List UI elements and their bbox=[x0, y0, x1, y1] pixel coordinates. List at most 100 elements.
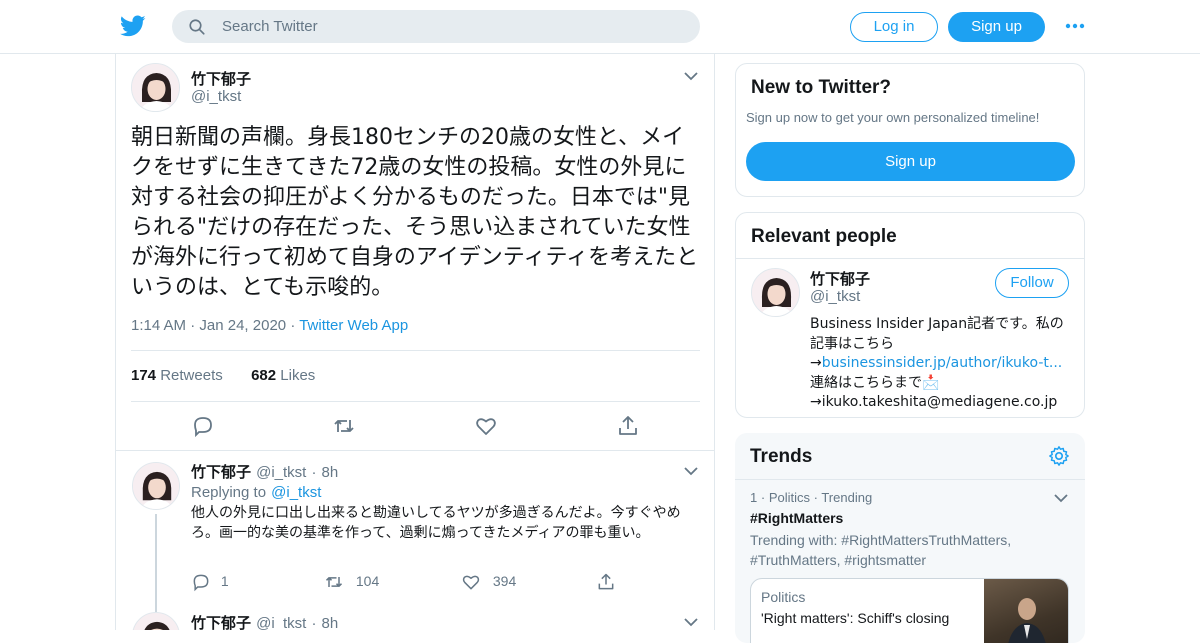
reply-icon bbox=[193, 574, 209, 592]
more-options-icon[interactable] bbox=[1065, 18, 1085, 34]
like-count: 394 bbox=[492, 572, 517, 589]
author-handle[interactable]: @i_tkst bbox=[256, 464, 306, 481]
person-row: 竹下郁子 @i_tkst Follow Business Insider Jap… bbox=[736, 263, 1084, 417]
tweet-age[interactable]: 8h bbox=[322, 464, 339, 481]
gear-icon[interactable] bbox=[1048, 445, 1070, 467]
chevron-down-icon[interactable] bbox=[684, 466, 698, 476]
trend-name[interactable]: #RightMatters bbox=[750, 510, 843, 526]
author-name[interactable]: 竹下郁子 bbox=[191, 464, 251, 481]
avatar[interactable] bbox=[131, 63, 180, 112]
chevron-down-icon[interactable] bbox=[684, 617, 698, 627]
bio-arrow: → bbox=[810, 355, 822, 371]
tweet-text: 朝日新聞の声欄。身長180センチの20歳の女性と、メイクをせずに生きてきた72歳… bbox=[131, 125, 699, 300]
avatar[interactable] bbox=[132, 462, 180, 510]
card-title: New to Twitter? bbox=[751, 77, 892, 98]
divider bbox=[116, 450, 714, 451]
avatar-portrait-icon bbox=[133, 463, 179, 509]
separator-dot: · bbox=[190, 317, 200, 334]
person-handle[interactable]: @i_tkst bbox=[810, 288, 860, 305]
top-bar: Log in Sign up bbox=[0, 0, 1200, 54]
author-handle[interactable]: @i_tkst bbox=[256, 615, 306, 630]
retweet-action[interactable]: 104 bbox=[324, 572, 379, 592]
share-icon[interactable] bbox=[616, 414, 640, 438]
card-title: Relevant people bbox=[751, 226, 897, 247]
divider bbox=[131, 350, 700, 351]
search-icon bbox=[189, 19, 205, 35]
reply-count: 1 bbox=[220, 572, 229, 589]
tweet-date[interactable]: Jan 24, 2020 bbox=[199, 317, 286, 334]
follow-button[interactable]: Follow bbox=[995, 268, 1069, 298]
reply-header: 竹下郁子 @i_tkst · 8h bbox=[191, 461, 338, 482]
author-name[interactable]: 竹下郁子 bbox=[191, 68, 251, 89]
retweets-stat[interactable]: 174 Retweets bbox=[131, 367, 223, 384]
card-subtitle: Sign up now to get your own personalized… bbox=[746, 110, 1040, 125]
tweet-source-link[interactable]: Twitter Web App bbox=[299, 317, 408, 334]
replying-prefix: Replying to bbox=[191, 484, 267, 501]
chevron-down-icon[interactable] bbox=[1054, 493, 1068, 503]
chevron-down-icon[interactable] bbox=[684, 71, 698, 81]
trend-meta: 1 · Politics · Trending bbox=[750, 490, 872, 505]
search-input[interactable] bbox=[222, 10, 682, 43]
retweet-icon[interactable] bbox=[332, 414, 356, 438]
tweet-stats: 174 Retweets 682 Likes bbox=[131, 367, 315, 384]
replying-to-link[interactable]: @i_tkst bbox=[271, 484, 321, 501]
new-to-twitter-card: New to Twitter? Sign up now to get your … bbox=[735, 63, 1085, 197]
person-name[interactable]: 竹下郁子 bbox=[810, 268, 870, 289]
avatar[interactable] bbox=[132, 612, 180, 630]
story-headline: 'Right matters': Schiff's closing bbox=[761, 610, 950, 626]
like-action[interactable]: 394 bbox=[461, 572, 516, 592]
trend-status: Trending bbox=[821, 490, 873, 505]
trend-story-card[interactable]: Politics 'Right matters': Schiff's closi… bbox=[750, 578, 1069, 643]
avatar-portrait-icon bbox=[133, 613, 179, 630]
signup-button[interactable]: Sign up bbox=[948, 12, 1045, 42]
likes-stat[interactable]: 682 Likes bbox=[251, 367, 315, 384]
separator-dot: · bbox=[311, 615, 317, 630]
retweets-count: 174 bbox=[131, 367, 157, 384]
like-heart-icon bbox=[462, 575, 480, 590]
separator-dot: · bbox=[290, 317, 300, 334]
reply-action[interactable]: 1 bbox=[191, 572, 229, 592]
avatar[interactable] bbox=[751, 268, 800, 317]
reply-icon[interactable] bbox=[191, 414, 215, 438]
search-bar[interactable] bbox=[172, 10, 700, 43]
retweet-count: 104 bbox=[355, 572, 380, 589]
separator-dot: · bbox=[760, 490, 769, 505]
tweet-time[interactable]: 1:14 AM bbox=[131, 317, 186, 334]
news-photo-icon bbox=[1008, 598, 1046, 643]
trend-category: Politics bbox=[768, 490, 810, 505]
story-thumbnail bbox=[984, 579, 1068, 643]
login-button[interactable]: Log in bbox=[850, 12, 938, 42]
like-heart-icon[interactable] bbox=[474, 414, 498, 438]
share-icon[interactable] bbox=[596, 572, 616, 592]
author-name[interactable]: 竹下郁子 bbox=[191, 615, 251, 630]
twitter-bird-icon[interactable] bbox=[119, 13, 147, 39]
trend-rank: 1 bbox=[750, 490, 758, 505]
divider bbox=[736, 258, 1084, 259]
bio-text: Business Insider Japan記者です。私の記事はこちら bbox=[810, 316, 1064, 352]
separator-dot: · bbox=[311, 464, 317, 481]
avatar-portrait-icon bbox=[132, 64, 179, 111]
reply-header: 竹下郁子 @i_tkst · 8h bbox=[191, 612, 338, 630]
trends-card: Trends 1 · Politics · Trending #RightMat… bbox=[735, 433, 1085, 643]
likes-label: Likes bbox=[280, 367, 316, 384]
story-category: Politics bbox=[761, 589, 806, 605]
retweets-label: Retweets bbox=[160, 367, 223, 384]
replying-to: Replying to @i_tkst bbox=[191, 482, 321, 501]
timeline-column: 竹下郁子 @i_tkst 朝日新聞の声欄。身長180センチの20歳の女性と、メイ… bbox=[115, 54, 715, 630]
tweet-meta: 1:14 AM · Jan 24, 2020 · Twitter Web App bbox=[131, 317, 408, 334]
tweet-age[interactable]: 8h bbox=[322, 615, 339, 630]
divider bbox=[131, 401, 700, 402]
retweet-icon bbox=[325, 577, 343, 587]
person-bio: Business Insider Japan記者です。私の記事はこちら →bus… bbox=[810, 315, 1072, 413]
thread-line bbox=[155, 514, 157, 618]
bio-arrow: → bbox=[810, 394, 822, 410]
card-title: Trends bbox=[750, 446, 813, 467]
trend-item[interactable]: 1 · Politics · Trending #RightMatters Tr… bbox=[735, 480, 1085, 643]
author-handle[interactable]: @i_tkst bbox=[191, 88, 241, 105]
bio-link[interactable]: businessinsider.jp/author/ikuko-t... bbox=[822, 355, 1063, 371]
avatar-portrait-icon bbox=[752, 269, 799, 316]
signup-button[interactable]: Sign up bbox=[746, 142, 1075, 181]
bio-text: 連絡はこちらまで📩 bbox=[810, 374, 940, 391]
likes-count: 682 bbox=[251, 367, 277, 384]
reply-text: 他人の外見に口出し出来ると勘違いしてるヤツが多過ぎるんだよ。今すぐやめろ。画一的… bbox=[191, 505, 681, 541]
